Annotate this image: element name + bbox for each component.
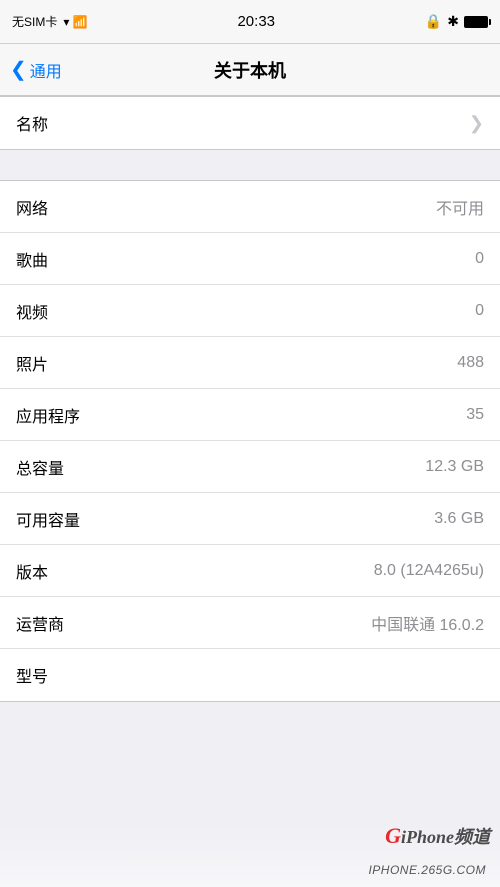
page-title: 关于本机 (214, 57, 286, 83)
brand-watermark: G iPhone频道 (385, 823, 490, 849)
model-label: 型号 (16, 663, 48, 687)
model-row: 型号 (0, 649, 500, 701)
version-row: 版本 8.0 (12A4265u) (0, 545, 500, 597)
lock-icon: 🔒 (425, 13, 442, 30)
carrier-label: 运营商 (16, 611, 64, 635)
apps-row: 应用程序 35 (0, 389, 500, 441)
apps-label: 应用程序 (16, 403, 80, 427)
watermark: IPHONE.265G.COM (368, 863, 486, 877)
bluetooth-icon: ✱ (447, 13, 459, 30)
name-right: ❯ (463, 113, 484, 134)
available-row: 可用容量 3.6 GB (0, 493, 500, 545)
available-value: 3.6 GB (434, 510, 484, 528)
version-label: 版本 (16, 559, 48, 583)
info-group: 网络 不可用 歌曲 0 视频 0 照片 488 应用程序 35 总容量 12.3… (0, 180, 500, 702)
songs-value: 0 (475, 250, 484, 268)
network-row: 网络 不可用 (0, 181, 500, 233)
brand-g: G (385, 823, 401, 849)
network-label: 网络 (16, 195, 48, 219)
version-value: 8.0 (12A4265u) (374, 562, 484, 580)
carrier-row: 运营商 中国联通 16.0.2 (0, 597, 500, 649)
settings-section: 名称 ❯ 网络 不可用 歌曲 0 视频 0 照片 488 应用程序 35 (0, 96, 500, 702)
nav-bar: ❮ 通用 关于本机 (0, 44, 500, 96)
capacity-row: 总容量 12.3 GB (0, 441, 500, 493)
name-chevron-icon: ❯ (469, 113, 484, 134)
status-bar: 无SIM卡 ▾ 📶 20:33 🔒 ✱ (0, 0, 500, 44)
photos-value: 488 (457, 354, 484, 372)
capacity-label: 总容量 (16, 455, 64, 479)
videos-label: 视频 (16, 299, 48, 323)
network-value: 不可用 (436, 195, 484, 219)
videos-value: 0 (475, 302, 484, 320)
signal-text: 无SIM卡 (12, 13, 57, 30)
name-group: 名称 ❯ (0, 96, 500, 150)
songs-label: 歌曲 (16, 247, 48, 271)
status-right: 🔒 ✱ (425, 13, 488, 30)
wifi-icon: ▾ 📶 (63, 15, 87, 29)
back-button[interactable]: ❮ 通用 (10, 58, 62, 82)
back-label: 通用 (30, 58, 62, 82)
photos-row: 照片 488 (0, 337, 500, 389)
spacer-1 (0, 150, 500, 180)
songs-row: 歌曲 0 (0, 233, 500, 285)
photos-label: 照片 (16, 351, 48, 375)
status-left: 无SIM卡 ▾ 📶 (12, 13, 88, 30)
name-label: 名称 (16, 111, 48, 135)
videos-row: 视频 0 (0, 285, 500, 337)
capacity-value: 12.3 GB (425, 458, 484, 476)
brand-iphone: iPhone频道 (401, 823, 490, 849)
status-time: 20:33 (237, 13, 275, 30)
battery-icon (464, 16, 488, 28)
name-row[interactable]: 名称 ❯ (0, 97, 500, 149)
apps-value: 35 (466, 406, 484, 424)
back-chevron-icon: ❮ (10, 57, 27, 82)
carrier-value: 中国联通 16.0.2 (371, 611, 484, 635)
watermark-url: IPHONE.265G.COM (368, 863, 486, 877)
available-label: 可用容量 (16, 507, 80, 531)
